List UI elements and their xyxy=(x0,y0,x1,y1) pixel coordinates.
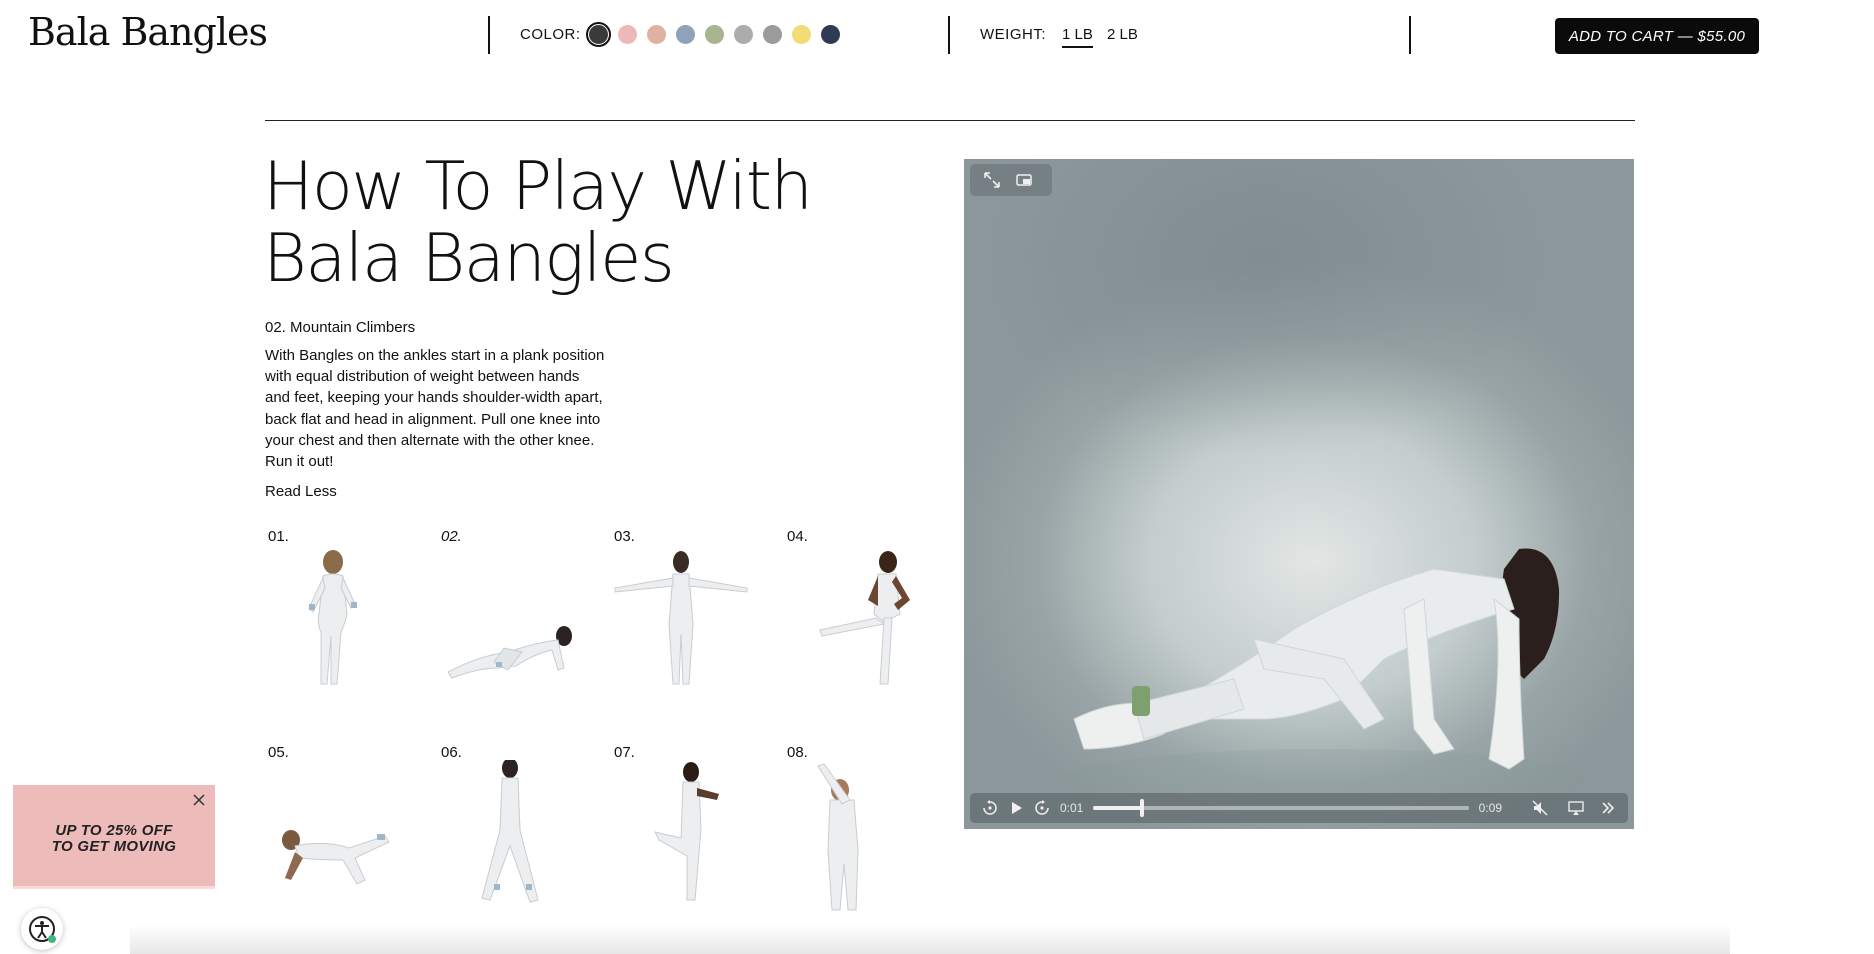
divider xyxy=(1409,16,1411,54)
weight-option-1lb[interactable]: 1 LB xyxy=(1062,26,1093,48)
bottom-shade xyxy=(130,925,1730,954)
exercise-number: 01. xyxy=(268,528,289,545)
figure-walking-icon xyxy=(481,760,539,903)
accessibility-button[interactable] xyxy=(21,908,63,950)
current-time: 0:01 xyxy=(1060,801,1084,815)
progress-handle[interactable] xyxy=(1140,799,1145,817)
picture-in-picture-icon[interactable] xyxy=(1015,171,1033,189)
brand-logo[interactable]: Bala Bangles xyxy=(28,10,268,54)
duration: 0:09 xyxy=(1478,801,1502,815)
figure-donkey-kick-icon xyxy=(282,830,390,885)
airplay-icon[interactable] xyxy=(1568,800,1584,816)
figure-side-stretch-icon xyxy=(817,763,859,911)
figure-standing-icon xyxy=(308,550,357,685)
mute-icon[interactable] xyxy=(1532,800,1548,816)
promo-text: UP TO 25% OFF TO GET MOVING xyxy=(13,823,215,855)
weight-label: WEIGHT: xyxy=(980,26,1046,43)
forward-icon[interactable] xyxy=(1034,800,1050,816)
video-controls: 0:01 0:09 xyxy=(970,793,1628,823)
close-icon[interactable] xyxy=(191,792,207,808)
exercise-number: 05. xyxy=(268,744,289,761)
color-label: COLOR: xyxy=(520,26,581,43)
figure-plank-icon xyxy=(447,626,572,679)
exercise-thumb-02[interactable]: 02. xyxy=(438,528,608,708)
accessibility-icon xyxy=(29,916,56,943)
video-progress-bar[interactable] xyxy=(1093,799,1469,817)
color-swatch-charcoal[interactable] xyxy=(586,22,611,47)
exercise-number: 08. xyxy=(787,744,808,761)
exercise-thumb-01[interactable]: 01. xyxy=(265,528,435,708)
read-less-link[interactable]: Read Less xyxy=(265,483,337,500)
weight-option-2lb[interactable]: 2 LB xyxy=(1107,26,1138,43)
add-to-cart-button[interactable]: ADD TO CART — $55.00 xyxy=(1555,18,1759,54)
section-divider xyxy=(265,120,1635,121)
figure-knee-lift-icon xyxy=(654,762,719,901)
promo-line-1: UP TO 25% OFF xyxy=(55,822,173,839)
color-swatch-slate-blue[interactable] xyxy=(676,25,695,44)
color-swatch-marble[interactable] xyxy=(763,25,782,44)
title-line-2: Bala Bangles xyxy=(263,219,675,297)
title-line-1: How To Play With xyxy=(263,147,813,225)
color-swatch-sand[interactable] xyxy=(647,25,666,44)
color-swatch-grey[interactable] xyxy=(734,25,753,44)
top-bar: Bala Bangles COLOR: WEIGHT: 1 LB 2 LB AD… xyxy=(0,0,1874,70)
rewind-icon[interactable] xyxy=(982,800,998,816)
exercise-thumb-03[interactable]: 03. xyxy=(611,528,781,708)
figure-arms-out-icon xyxy=(614,551,748,685)
exercise-video[interactable]: 0:01 0:09 xyxy=(964,159,1634,829)
exercise-thumb-05[interactable]: 05. xyxy=(265,744,435,924)
more-icon[interactable] xyxy=(1600,800,1616,816)
progress-fill xyxy=(1093,806,1143,810)
exercise-description: With Bangles on the ankles start in a pl… xyxy=(265,347,605,471)
video-frame-mountain-climber xyxy=(1064,548,1584,809)
color-swatches xyxy=(586,22,840,47)
figure-leg-raise-icon xyxy=(819,551,910,685)
page-title: How To Play With Bala Bangles xyxy=(263,150,823,294)
divider xyxy=(488,16,490,54)
exercise-thumb-07[interactable]: 07. xyxy=(611,744,781,924)
exercise-thumb-06[interactable]: 06. xyxy=(438,744,608,924)
color-swatch-navy-moon[interactable] xyxy=(821,25,840,44)
exercise-thumb-08[interactable]: 08. xyxy=(784,744,954,924)
expand-icon[interactable] xyxy=(983,171,1001,189)
color-swatch-sage[interactable] xyxy=(705,25,724,44)
exercise-number: 07. xyxy=(614,744,635,761)
play-icon[interactable] xyxy=(1008,800,1024,816)
exercise-number: 03. xyxy=(614,528,635,545)
exercise-thumb-04[interactable]: 04. xyxy=(784,528,954,708)
promo-banner[interactable]: UP TO 25% OFF TO GET MOVING xyxy=(13,785,215,889)
exercise-number: 04. xyxy=(787,528,808,545)
exercise-number: 02. xyxy=(441,528,462,545)
exercise-subtitle: 02. Mountain Climbers xyxy=(265,319,416,336)
color-swatch-yellow[interactable] xyxy=(792,25,811,44)
divider xyxy=(948,16,950,54)
video-top-controls xyxy=(970,164,1052,196)
exercise-number: 06. xyxy=(441,744,462,761)
color-swatch-pink[interactable] xyxy=(618,25,637,44)
promo-line-2: TO GET MOVING xyxy=(51,838,177,855)
